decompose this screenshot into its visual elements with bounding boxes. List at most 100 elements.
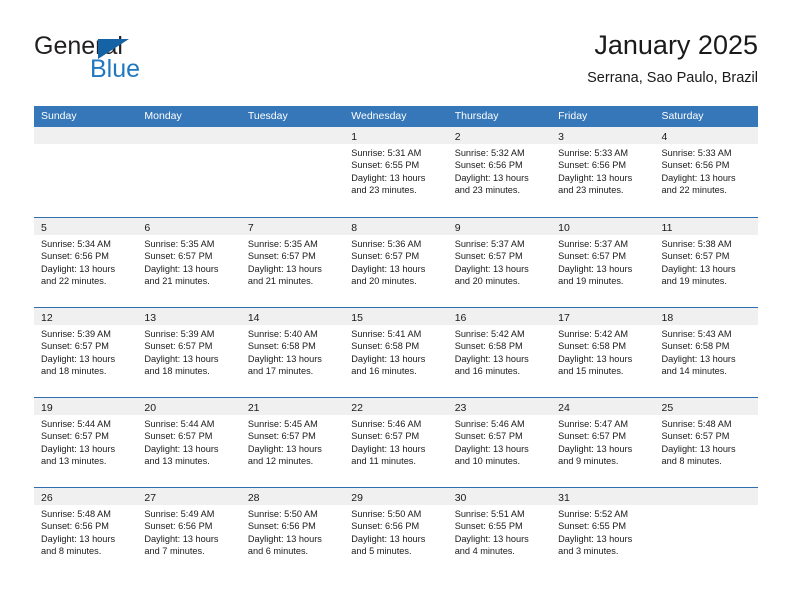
calendar-day-cell[interactable]: 27 Sunrise: 5:49 AM Sunset: 6:56 PM Dayligh… — [137, 488, 241, 577]
calendar-day-cell[interactable]: 24 Sunrise: 5:47 AM Sunset: 6:57 PM Dayligh… — [551, 398, 655, 487]
calendar-day-cell[interactable]: 16 Sunrise: 5:42 AM Sunset: 6:58 PM Dayligh… — [447, 308, 552, 397]
sunrise-text: Sunrise: 5:40 AM — [247, 329, 318, 339]
calendar-day-cell[interactable]: 22 Sunrise: 5:46 AM Sunset: 6:57 PM Dayligh… — [344, 398, 448, 487]
calendar-day-cell[interactable]: 25 Sunrise: 5:48 AM Sunset: 6:57 PM Dayligh… — [654, 398, 758, 487]
sunrise-text: Sunrise: 5:39 AM — [41, 329, 111, 339]
daylight-text: Daylight: 13 hours — [661, 172, 736, 183]
calendar-day-cell[interactable]: 21 Sunrise: 5:45 AM Sunset: 6:57 PM Dayligh… — [240, 398, 345, 487]
day-number-band: 2 — [447, 127, 552, 144]
day-number: 3 — [558, 131, 564, 143]
sunset-text: Sunset: 6:58 PM — [454, 341, 523, 352]
page-subtitle: Serrana, Sao Paulo, Brazil — [587, 70, 758, 86]
calendar-weeks: 1 Sunrise: 5:31 AM Sunset: 6:55 PM Daylight… — [34, 127, 758, 577]
day-detail-text — [137, 144, 240, 147]
calendar-day-cell[interactable]: 2 Sunrise: 5:32 AM Sunset: 6:56 PM Daylight… — [447, 127, 552, 217]
sunrise-text: Sunrise: 5:37 AM — [454, 239, 525, 249]
day-number: 16 — [454, 312, 467, 324]
sunrise-text: Sunrise: 5:46 AM — [454, 419, 525, 429]
daylight-text: and 14 minutes. — [661, 366, 727, 377]
calendar-day-cell[interactable]: 28 Sunrise: 5:50 AM Sunset: 6:56 PM Dayligh… — [240, 488, 345, 577]
sunset-text: Sunset: 6:57 PM — [558, 431, 627, 442]
day-detail-text: Sunrise: 5:34 AM Sunset: 6:56 PM Daylight:… — [34, 235, 137, 288]
calendar-day-cell-empty — [34, 127, 138, 217]
day-number-band: 10 — [551, 218, 655, 235]
calendar-day-cell-empty — [654, 488, 758, 577]
calendar-week-row: 19 Sunrise: 5:44 AM Sunset: 6:57 PM Dayligh… — [34, 397, 758, 487]
calendar-day-cell[interactable]: 26 Sunrise: 5:48 AM Sunset: 6:56 PM Dayligh… — [34, 488, 138, 577]
calendar-day-cell[interactable]: 17 Sunrise: 5:42 AM Sunset: 6:58 PM Dayligh… — [551, 308, 655, 397]
calendar-day-cell[interactable]: 23 Sunrise: 5:46 AM Sunset: 6:57 PM Dayligh… — [447, 398, 552, 487]
day-number: 28 — [247, 492, 260, 504]
day-detail-text: Sunrise: 5:39 AM Sunset: 6:57 PM Daylight:… — [137, 325, 240, 378]
day-detail-text: Sunrise: 5:46 AM Sunset: 6:57 PM Daylight:… — [344, 415, 447, 468]
sunrise-text: Sunrise: 5:31 AM — [351, 148, 422, 158]
calendar-day-cell[interactable]: 1 Sunrise: 5:31 AM Sunset: 6:55 PM Daylight… — [344, 127, 448, 217]
sunrise-text: Sunrise: 5:35 AM — [247, 239, 318, 249]
sunset-text: Sunset: 6:57 PM — [351, 251, 420, 262]
sunset-text: Sunset: 6:55 PM — [558, 521, 627, 532]
day-number: 5 — [41, 222, 47, 234]
calendar-day-cell[interactable]: 6 Sunrise: 5:35 AM Sunset: 6:57 PM Daylight… — [137, 218, 241, 307]
calendar-week-row: 1 Sunrise: 5:31 AM Sunset: 6:55 PM Daylight… — [34, 127, 758, 217]
calendar-day-cell[interactable]: 29 Sunrise: 5:50 AM Sunset: 6:56 PM Dayligh… — [344, 488, 448, 577]
calendar-day-cell[interactable]: 10 Sunrise: 5:37 AM Sunset: 6:57 PM Dayligh… — [551, 218, 655, 307]
calendar-day-cell[interactable]: 19 Sunrise: 5:44 AM Sunset: 6:57 PM Dayligh… — [34, 398, 138, 487]
day-number: 15 — [351, 312, 363, 324]
calendar-day-cell[interactable]: 20 Sunrise: 5:44 AM Sunset: 6:57 PM Dayligh… — [137, 398, 241, 487]
daylight-text: Daylight: 13 hours — [144, 353, 219, 364]
calendar-day-cell[interactable]: 30 Sunrise: 5:51 AM Sunset: 6:55 PM Dayligh… — [447, 488, 552, 577]
brand-logo[interactable]: General Blue — [34, 32, 234, 92]
sunrise-text: Sunrise: 5:51 AM — [454, 509, 525, 519]
daylight-text: and 17 minutes. — [247, 366, 314, 377]
day-detail-text: Sunrise: 5:35 AM Sunset: 6:57 PM Daylight:… — [241, 235, 344, 288]
day-detail-text — [655, 505, 758, 508]
daylight-text: Daylight: 13 hours — [351, 263, 426, 274]
sunrise-text: Sunrise: 5:43 AM — [661, 329, 732, 339]
daylight-text: Daylight: 13 hours — [558, 172, 633, 183]
daylight-text: and 22 minutes. — [661, 185, 727, 196]
day-number-band — [654, 488, 758, 505]
sunset-text: Sunset: 6:56 PM — [351, 521, 420, 532]
weekday-header-saturday: Saturday — [661, 110, 704, 122]
daylight-text: and 5 minutes. — [351, 546, 412, 557]
day-number-band: 18 — [654, 308, 758, 325]
calendar-day-cell[interactable]: 14 Sunrise: 5:40 AM Sunset: 6:58 PM Dayligh… — [240, 308, 345, 397]
calendar-day-cell[interactable]: 8 Sunrise: 5:36 AM Sunset: 6:57 PM Daylight… — [344, 218, 448, 307]
day-detail-text — [34, 144, 137, 147]
day-detail-text: Sunrise: 5:35 AM Sunset: 6:57 PM Daylight:… — [137, 235, 240, 288]
day-detail-text: Sunrise: 5:46 AM Sunset: 6:57 PM Daylight:… — [448, 415, 551, 468]
sunrise-text: Sunrise: 5:36 AM — [351, 239, 422, 249]
sunrise-text: Sunrise: 5:35 AM — [144, 239, 215, 249]
calendar-day-cell[interactable]: 3 Sunrise: 5:33 AM Sunset: 6:56 PM Daylight… — [551, 127, 655, 217]
day-number: 21 — [247, 402, 260, 414]
day-number-band: 22 — [344, 398, 448, 415]
daylight-text: and 6 minutes. — [247, 546, 309, 557]
sunset-text: Sunset: 6:57 PM — [661, 251, 730, 262]
day-number-band: 20 — [137, 398, 241, 415]
sunset-text: Sunset: 6:57 PM — [558, 251, 627, 262]
day-detail-text: Sunrise: 5:52 AM Sunset: 6:55 PM Daylight:… — [551, 505, 654, 558]
day-number: 26 — [41, 492, 53, 504]
daylight-text: Daylight: 13 hours — [661, 263, 736, 274]
calendar-day-cell[interactable]: 5 Sunrise: 5:34 AM Sunset: 6:56 PM Daylight… — [34, 218, 138, 307]
daylight-text: Daylight: 13 hours — [41, 443, 116, 454]
calendar-day-cell[interactable]: 4 Sunrise: 5:33 AM Sunset: 6:56 PM Daylight… — [654, 127, 758, 217]
daylight-text: Daylight: 13 hours — [661, 443, 736, 454]
daylight-text: and 8 minutes. — [661, 456, 722, 467]
calendar-day-cell[interactable]: 9 Sunrise: 5:37 AM Sunset: 6:57 PM Daylight… — [447, 218, 552, 307]
day-detail-text: Sunrise: 5:49 AM Sunset: 6:56 PM Daylight:… — [137, 505, 240, 558]
daylight-text: and 21 minutes. — [247, 276, 314, 287]
daylight-text: Daylight: 13 hours — [247, 533, 322, 544]
daylight-text: and 9 minutes. — [558, 456, 619, 467]
day-number-band: 26 — [34, 488, 138, 505]
calendar-day-cell[interactable]: 31 Sunrise: 5:52 AM Sunset: 6:55 PM Dayligh… — [551, 488, 655, 577]
calendar-day-cell[interactable]: 18 Sunrise: 5:43 AM Sunset: 6:58 PM Dayligh… — [654, 308, 758, 397]
calendar-day-cell[interactable]: 11 Sunrise: 5:38 AM Sunset: 6:57 PM Dayligh… — [654, 218, 758, 307]
day-number: 17 — [558, 312, 570, 324]
calendar-day-cell[interactable]: 7 Sunrise: 5:35 AM Sunset: 6:57 PM Daylight… — [240, 218, 345, 307]
calendar-day-cell[interactable]: 15 Sunrise: 5:41 AM Sunset: 6:58 PM Dayligh… — [344, 308, 448, 397]
daylight-text: and 19 minutes. — [558, 276, 624, 287]
daylight-text: Daylight: 13 hours — [351, 353, 426, 364]
calendar-day-cell[interactable]: 12 Sunrise: 5:39 AM Sunset: 6:57 PM Dayligh… — [34, 308, 138, 397]
calendar-day-cell[interactable]: 13 Sunrise: 5:39 AM Sunset: 6:57 PM Dayligh… — [137, 308, 241, 397]
